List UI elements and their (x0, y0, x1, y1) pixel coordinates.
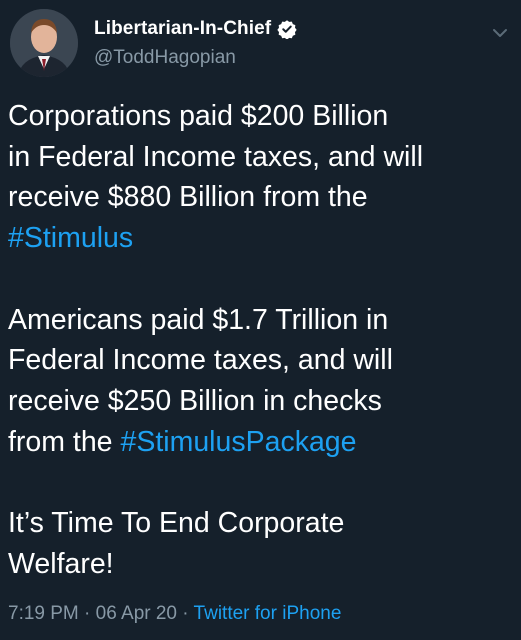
display-name-row: Libertarian-In-Chief (94, 15, 297, 43)
hashtag-link[interactable]: #Stimulus (8, 222, 133, 254)
paragraph-3: It’s Time To End Corporate Welfare! (8, 503, 513, 584)
chevron-down-icon[interactable] (490, 23, 510, 43)
text-line: in Federal Income taxes, and will (8, 140, 424, 173)
text-line: from the #StimulusPackage (8, 422, 513, 463)
text-line: Federal Income taxes, and will (8, 344, 393, 377)
display-name[interactable]: Libertarian-In-Chief (94, 18, 271, 40)
meta-separator: · (182, 603, 189, 624)
text-line: receive $250 Billion in checks (8, 384, 382, 417)
text-line: Corporations paid $200 Billion (8, 100, 389, 132)
verified-badge-icon (277, 19, 297, 40)
tweet-header: Libertarian-In-Chief @ToddHagopian (10, 9, 510, 79)
avatar[interactable] (10, 9, 78, 77)
text-line: Welfare! (8, 547, 114, 580)
text-line: It’s Time To End Corporate (8, 507, 345, 539)
tweet-date[interactable]: 06 Apr 20 (96, 603, 177, 624)
tweet-text: Corporations paid $200 Billion in Federa… (8, 96, 513, 584)
tweet-card: Libertarian-In-Chief @ToddHagopian Corpo… (0, 0, 521, 640)
tweet-time[interactable]: 7:19 PM (8, 603, 79, 624)
handle[interactable]: @ToddHagopian (94, 47, 297, 69)
hashtag-link[interactable]: #StimulusPackage (120, 426, 356, 458)
author-names: Libertarian-In-Chief @ToddHagopian (94, 15, 297, 69)
text-line: Americans paid $1.7 Trillion in (8, 303, 389, 336)
text-line: receive $880 Billion from the (8, 181, 368, 214)
paragraph-1: Corporations paid $200 Billion in Federa… (8, 96, 513, 259)
meta-separator: · (84, 603, 91, 624)
tweet-meta: 7:19 PM · 06 Apr 20 · Twitter for iPhone (8, 603, 341, 625)
tweet-source-link[interactable]: Twitter for iPhone (194, 603, 342, 624)
text-segment: from the (8, 425, 121, 458)
text-line: #Stimulus (8, 218, 513, 259)
paragraph-2: Americans paid $1.7 Trillion in Federal … (8, 300, 513, 463)
